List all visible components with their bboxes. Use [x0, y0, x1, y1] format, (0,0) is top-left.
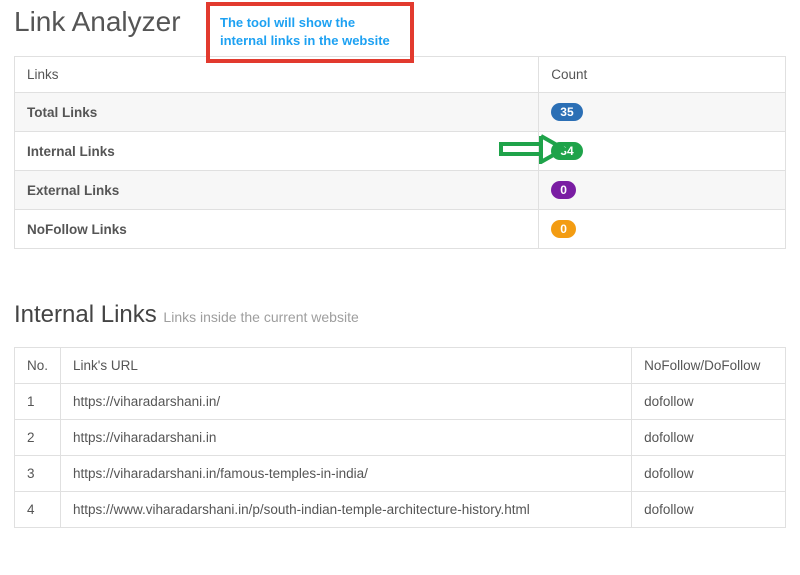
summary-label: Internal Links: [15, 132, 539, 171]
row-follow: dofollow: [632, 492, 786, 528]
col-follow-header: NoFollow/DoFollow: [632, 348, 786, 384]
summary-label: Total Links: [15, 93, 539, 132]
row-follow: dofollow: [632, 420, 786, 456]
summary-count-cell: 34: [539, 132, 786, 171]
count-badge: 0: [551, 220, 576, 238]
section-subtitle-text: Links inside the current website: [163, 309, 358, 325]
table-row: NoFollow Links 0: [15, 210, 786, 249]
row-url: https://viharadarshani.in: [61, 420, 632, 456]
count-badge: 35: [551, 103, 582, 121]
row-no: 1: [15, 384, 61, 420]
summary-label: NoFollow Links: [15, 210, 539, 249]
table-row: External Links 0: [15, 171, 786, 210]
summary-count-cell: 0: [539, 210, 786, 249]
table-row: 3 https://viharadarshani.in/famous-templ…: [15, 456, 786, 492]
summary-count-cell: 0: [539, 171, 786, 210]
row-url: https://viharadarshani.in/: [61, 384, 632, 420]
col-count-header: Count: [539, 57, 786, 93]
row-follow: dofollow: [632, 456, 786, 492]
col-no-header: No.: [15, 348, 61, 384]
count-badge: 34: [551, 142, 582, 160]
annotation-callout: The tool will show the internal links in…: [206, 2, 414, 63]
internal-links-title: Internal Links Links inside the current …: [14, 301, 786, 329]
summary-label: External Links: [15, 171, 539, 210]
summary-count-cell: 35: [539, 93, 786, 132]
count-badge: 0: [551, 181, 576, 199]
internal-links-table: No. Link's URL NoFollow/DoFollow 1 https…: [14, 347, 786, 528]
row-no: 3: [15, 456, 61, 492]
table-row: Internal Links 34: [15, 132, 786, 171]
row-url: https://viharadarshani.in/famous-temples…: [61, 456, 632, 492]
row-no: 2: [15, 420, 61, 456]
row-follow: dofollow: [632, 384, 786, 420]
table-row: 4 https://www.viharadarshani.in/p/south-…: [15, 492, 786, 528]
link-summary-table: Links Count Total Links 35 Internal Link…: [14, 56, 786, 249]
table-row: 1 https://viharadarshani.in/ dofollow: [15, 384, 786, 420]
col-url-header: Link's URL: [61, 348, 632, 384]
table-row: 2 https://viharadarshani.in dofollow: [15, 420, 786, 456]
section-title-text: Internal Links: [14, 301, 157, 328]
row-url: https://www.viharadarshani.in/p/south-in…: [61, 492, 632, 528]
row-no: 4: [15, 492, 61, 528]
table-row: Total Links 35: [15, 93, 786, 132]
